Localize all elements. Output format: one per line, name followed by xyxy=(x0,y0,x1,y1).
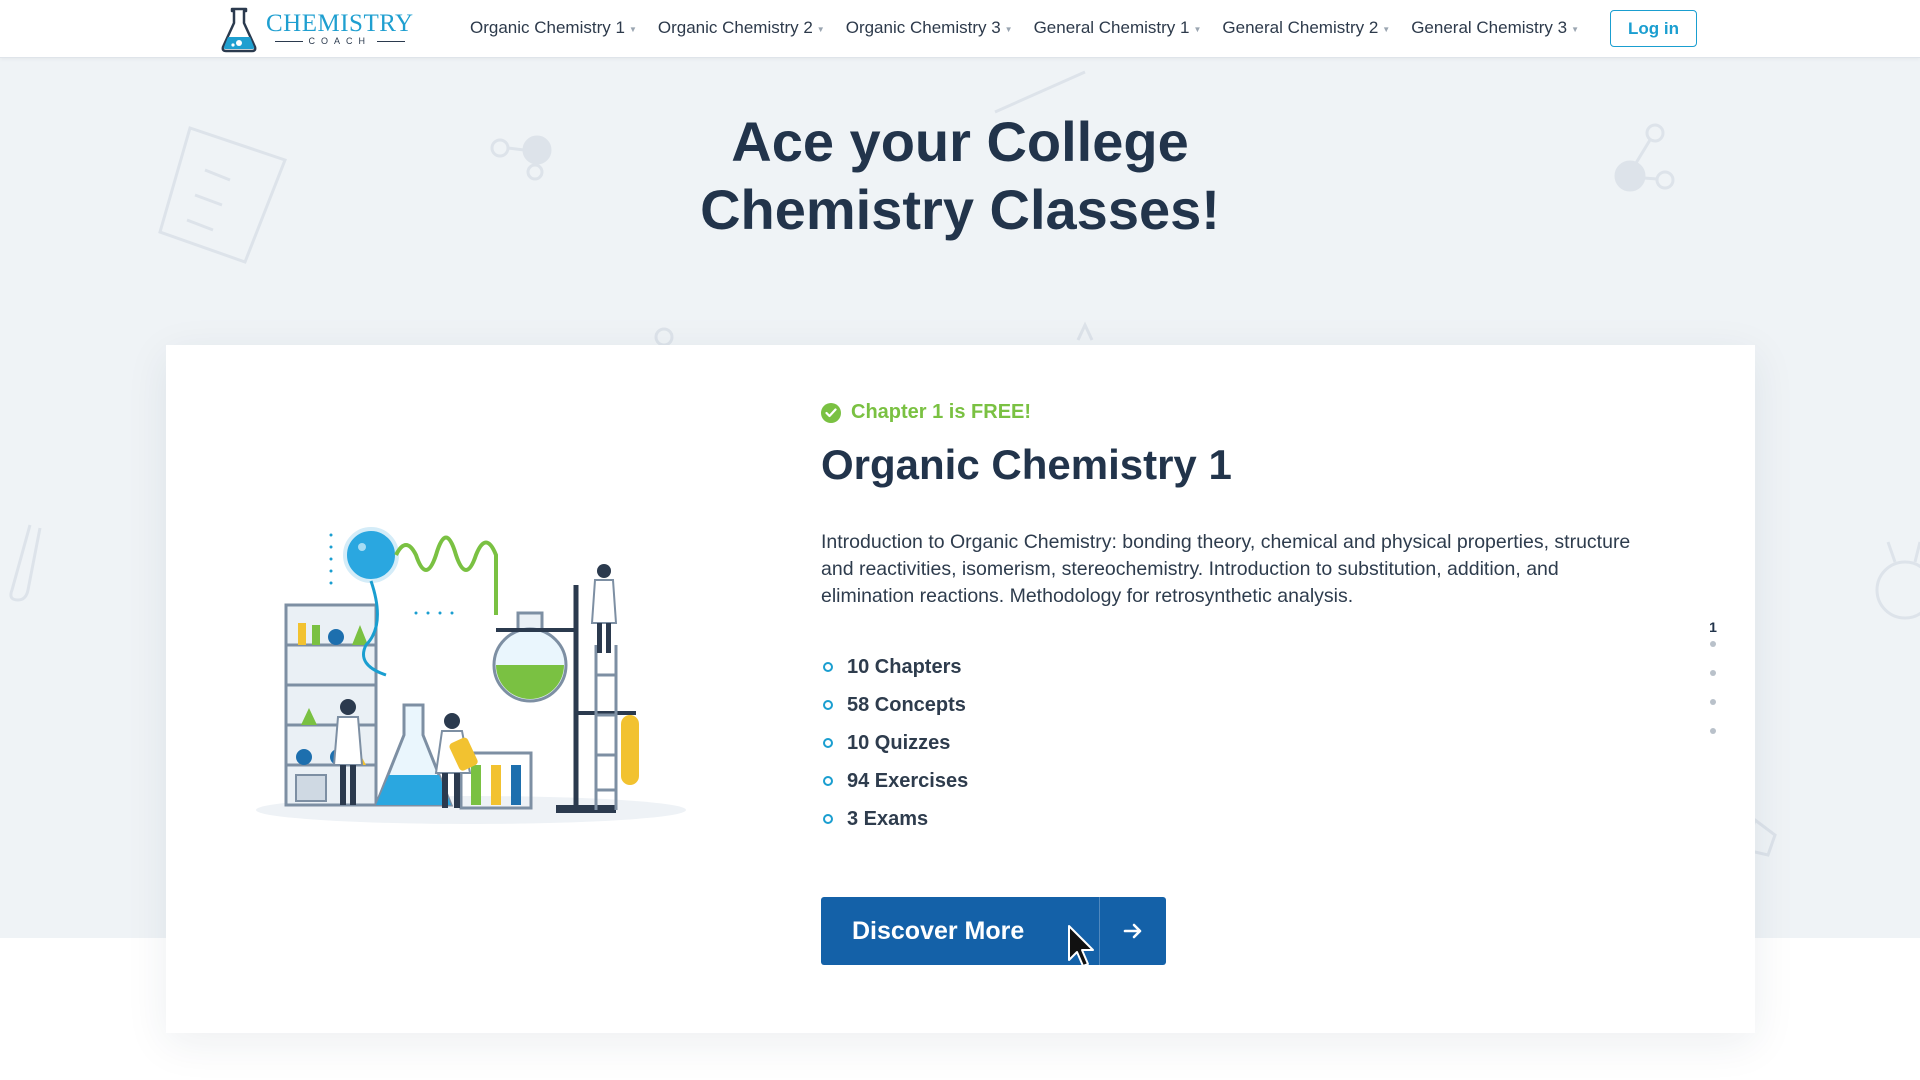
list-item: 3 Exams xyxy=(821,800,968,838)
logo-subtitle: COACH xyxy=(269,36,412,46)
pager-current-page: 1 xyxy=(1709,619,1717,635)
menu-item-organic-chemistry-1[interactable]: Organic Chemistry 1 ▼ xyxy=(470,18,637,38)
course-title: Organic Chemistry 1 xyxy=(821,441,1232,488)
list-item: 94 Exercises xyxy=(821,762,968,800)
pager-dot[interactable] xyxy=(1710,699,1716,705)
menu-item-label: General Chemistry 2 xyxy=(1222,18,1379,37)
page-title: Ace your College Chemistry Classes! xyxy=(560,108,1360,244)
page-title-line-2: Chemistry Classes! xyxy=(700,178,1220,241)
free-chapter-badge: Chapter 1 is FREE! xyxy=(821,401,1031,424)
course-stats-list: 10 Chapters 58 Concepts 10 Quizzes 94 Ex… xyxy=(821,648,968,838)
course-description: Introduction to Organic Chemistry: bondi… xyxy=(821,531,1631,607)
menu-item-organic-chemistry-3[interactable]: Organic Chemistry 3 ▼ xyxy=(846,18,1013,38)
pager-dot[interactable] xyxy=(1710,728,1716,734)
menu-item-label: General Chemistry 1 xyxy=(1033,18,1190,37)
pager-dot[interactable] xyxy=(1710,641,1716,647)
caret-down-icon: ▼ xyxy=(628,25,637,34)
site-logo[interactable]: CHEMISTRY COACH xyxy=(220,4,420,54)
top-navigation-bar: CHEMISTRY COACH Organic Chemistry 1 ▼ Or… xyxy=(0,0,1920,58)
list-item: 58 Concepts xyxy=(821,686,968,724)
menu-item-general-chemistry-1[interactable]: General Chemistry 1 ▼ xyxy=(1034,18,1202,38)
menu-item-organic-chemistry-2[interactable]: Organic Chemistry 2 ▼ xyxy=(658,18,825,38)
free-chapter-label: Chapter 1 is FREE! xyxy=(851,401,1032,423)
caret-down-icon: ▼ xyxy=(1193,25,1202,34)
menu-item-label: General Chemistry 3 xyxy=(1411,18,1568,37)
course-card: Chapter 1 is FREE! Organic Chemistry 1 I… xyxy=(166,345,1755,1033)
stat-label: 3 Exams xyxy=(847,807,929,830)
lab-illustration xyxy=(256,527,686,824)
stat-label: 10 Chapters xyxy=(847,655,962,678)
pager-dot[interactable] xyxy=(1710,670,1716,676)
menu-item-general-chemistry-2[interactable]: General Chemistry 2 ▼ xyxy=(1222,18,1390,38)
menu-item-label: Organic Chemistry 1 xyxy=(470,18,625,37)
menu-item-label: Organic Chemistry 2 xyxy=(657,18,813,37)
carousel-pager: 1 xyxy=(1706,619,1720,757)
stat-label: 58 Concepts xyxy=(847,693,966,716)
page-title-line-1: Ace your College xyxy=(731,110,1189,173)
menu-item-general-chemistry-3[interactable]: General Chemistry 3 ▼ xyxy=(1411,18,1579,38)
bullet-icon xyxy=(823,814,833,824)
login-button[interactable]: Log in xyxy=(1610,10,1697,47)
bullet-icon xyxy=(823,776,833,786)
discover-more-button[interactable]: Discover More xyxy=(821,897,1166,965)
bullet-icon xyxy=(823,738,833,748)
caret-down-icon: ▼ xyxy=(1382,25,1391,34)
stat-label: 94 Exercises xyxy=(847,769,969,792)
main-menu: Organic Chemistry 1 ▼ Organic Chemistry … xyxy=(470,0,1600,56)
caret-down-icon: ▼ xyxy=(1571,25,1580,34)
mouse-cursor-icon xyxy=(1068,925,1094,967)
list-item: 10 Quizzes xyxy=(821,724,968,762)
bullet-icon xyxy=(823,662,833,672)
menu-item-label: Organic Chemistry 3 xyxy=(845,18,1001,37)
arrow-right-icon xyxy=(1099,897,1166,965)
flask-icon xyxy=(221,7,257,53)
bullet-icon xyxy=(823,700,833,710)
stat-label: 10 Quizzes xyxy=(847,731,951,754)
caret-down-icon: ▼ xyxy=(1004,25,1013,34)
check-circle-icon xyxy=(821,402,841,423)
discover-more-label: Discover More xyxy=(852,916,1025,945)
logo-wordmark: CHEMISTRY xyxy=(266,10,414,37)
list-item: 10 Chapters xyxy=(821,648,968,686)
caret-down-icon: ▼ xyxy=(816,25,825,34)
